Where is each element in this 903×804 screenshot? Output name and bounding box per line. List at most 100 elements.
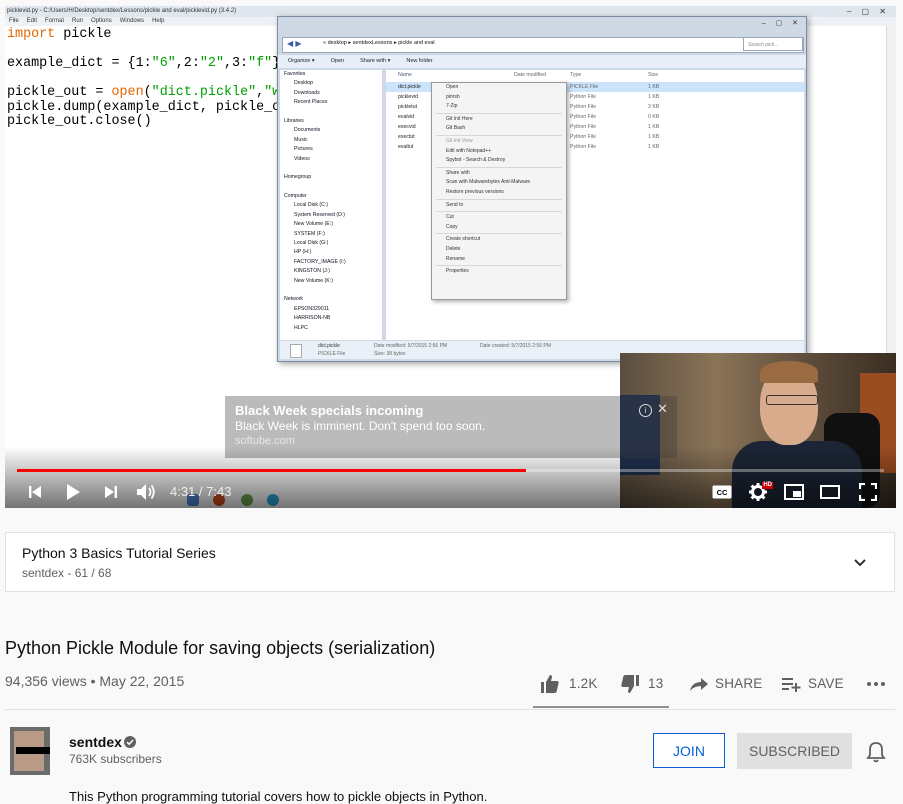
context-menu-item: Git Init Here	[446, 115, 473, 122]
join-button[interactable]: JOIN	[653, 733, 725, 768]
explorer-nav-item	[280, 108, 382, 117]
miniplayer-icon[interactable]	[781, 476, 807, 508]
save-button[interactable]: SAVE	[781, 670, 845, 698]
svg-text:CC: CC	[717, 488, 728, 497]
idle-menu-item: Help	[152, 18, 165, 24]
play-icon[interactable]	[61, 476, 85, 508]
context-menu-item: Open	[446, 84, 459, 90]
section-divider	[5, 709, 895, 710]
next-icon[interactable]	[99, 476, 123, 508]
theater-mode-icon[interactable]	[817, 476, 843, 508]
menu-separator	[436, 233, 562, 235]
explorer-nav-item: HLPC	[294, 324, 308, 331]
context-menu-item: Properties	[446, 268, 469, 275]
idle-menu-item: Format	[45, 18, 65, 24]
menu-separator	[436, 265, 562, 267]
explorer-toolbar-item: Open	[330, 58, 345, 64]
captions-icon[interactable]: CC	[709, 476, 735, 508]
subscriber-count: 763K subscribers	[69, 752, 162, 766]
thumbs-up-icon	[541, 675, 559, 693]
menu-separator	[436, 112, 562, 114]
playlist-title[interactable]: Python 3 Basics Tutorial Series	[22, 545, 216, 561]
menu-separator	[436, 134, 562, 136]
settings-icon[interactable]: HD	[745, 476, 773, 508]
explorer-nav-item: Libraries	[284, 117, 304, 124]
context-menu-item: 7-Zip	[446, 103, 458, 110]
code-line: example_dict = {1:"6",2:"2",3:"f"}	[7, 56, 280, 71]
explorer-nav-item: System Reserved (D:)	[294, 211, 346, 218]
bell-icon[interactable]	[866, 741, 886, 763]
explorer-nav-item: KINGSTON (J:)	[294, 268, 330, 275]
chevron-down-icon[interactable]	[850, 553, 870, 573]
share-icon	[690, 678, 708, 691]
idle-menu-item: File	[9, 18, 19, 24]
explorer-nav-item: EPSON329011	[294, 305, 330, 312]
explorer-toolbar-item: Organize ▾	[288, 58, 315, 64]
explorer-nav-item: Homegroup	[284, 174, 312, 181]
more-actions-icon[interactable]	[866, 670, 888, 698]
explorer-nav-item	[280, 164, 382, 173]
explorer-nav-item: Network	[284, 296, 304, 303]
context-menu-item: Git Init View	[446, 137, 473, 144]
progress-bar[interactable]	[17, 469, 884, 472]
code-line: pickle.dump(example_dict, pickle_ou	[7, 99, 289, 115]
context-menu-item: Send to	[446, 201, 464, 208]
status-modified: Date modified: 5/7/2015 2:56 PM	[374, 343, 448, 349]
fullscreen-icon[interactable]	[855, 476, 881, 508]
context-menu-item: Create shortcut	[446, 236, 481, 243]
explorer-nav-item: SYSTEM (F:)	[294, 230, 325, 237]
dislike-button[interactable]: 13	[620, 670, 670, 698]
context-menu: Open pinrsh 7-Zip Git Init Here Git Bash Git …	[431, 82, 567, 300]
explorer-nav-item: Music	[294, 136, 308, 143]
explorer-search: Search pick...	[743, 37, 803, 51]
menu-separator	[436, 211, 562, 213]
menu-separator	[436, 166, 562, 168]
playlist-panel[interactable]: Python 3 Basics Tutorial Series sentdex …	[5, 532, 895, 592]
time-display: 4:31 / 7:43	[170, 484, 232, 499]
status-size: Size: 38 bytes	[374, 351, 406, 357]
idle-menu-item: Options	[91, 18, 112, 24]
context-menu-item: pinrsh	[446, 93, 460, 100]
explorer-nav-item	[280, 286, 382, 295]
context-menu-item: Scan with Malwarebytes Anti-Malware	[446, 179, 531, 186]
volume-icon[interactable]	[133, 476, 159, 508]
idle-menu-item: Windows	[119, 18, 145, 24]
status-name: dict.pickle	[318, 343, 340, 349]
code-line: import pickle	[7, 27, 112, 42]
previous-icon[interactable]	[23, 476, 47, 508]
player-controls: CC HD	[5, 476, 896, 508]
channel-name[interactable]: sentdex	[69, 734, 122, 750]
avatar[interactable]	[10, 727, 50, 775]
video-meta: 94,356 views • May 22, 2015	[5, 673, 185, 689]
share-button[interactable]: SHARE	[689, 670, 762, 698]
video-player[interactable]: picklevid.py - C:/Users/H/Desktop/sentde…	[5, 6, 896, 508]
ad-title[interactable]: Black Week specials incoming	[235, 403, 423, 418]
dislike-count: 13	[648, 676, 664, 691]
explorer-nav-item: Desktop	[294, 80, 314, 87]
context-menu-item: Share with	[446, 169, 470, 176]
explorer-column-header: Name Date modified Type Size	[398, 72, 659, 78]
like-button[interactable]: 1.2K	[540, 670, 610, 698]
context-menu-item: Spybot - Search & Destroy	[446, 157, 506, 164]
ad-info-icon[interactable]: i	[639, 404, 652, 417]
file-icon	[290, 344, 302, 358]
explorer-nav-item	[280, 183, 382, 192]
context-menu-item: Restore previous versions	[446, 188, 504, 195]
ad-close-icon[interactable]: ✕	[657, 401, 668, 417]
subscribed-button[interactable]: SUBSCRIBED	[737, 733, 852, 769]
menu-separator	[436, 198, 562, 200]
explorer-toolbar-item: Share with ▾	[360, 58, 391, 64]
explorer-path: « desktop ▸ sentdexLessons ▸ pickle and …	[323, 40, 435, 46]
explorer-nav-item: Recent Places	[294, 99, 328, 106]
like-ratio-bar	[533, 706, 669, 708]
explorer-nav-item: Computer	[284, 193, 307, 200]
python-code: import pickle example_dict = {1:"6",2:"2…	[7, 27, 296, 130]
context-menu-item: Cut	[446, 214, 454, 221]
share-label: SHARE	[715, 676, 763, 691]
explorer-toolbar: Organize ▾ Open Share with ▾ New folder	[278, 55, 806, 68]
status-type: PICKLE File	[318, 351, 346, 357]
thumbs-down-icon	[621, 675, 639, 693]
explorer-nav-item: Local Disk (C:)	[294, 202, 329, 209]
